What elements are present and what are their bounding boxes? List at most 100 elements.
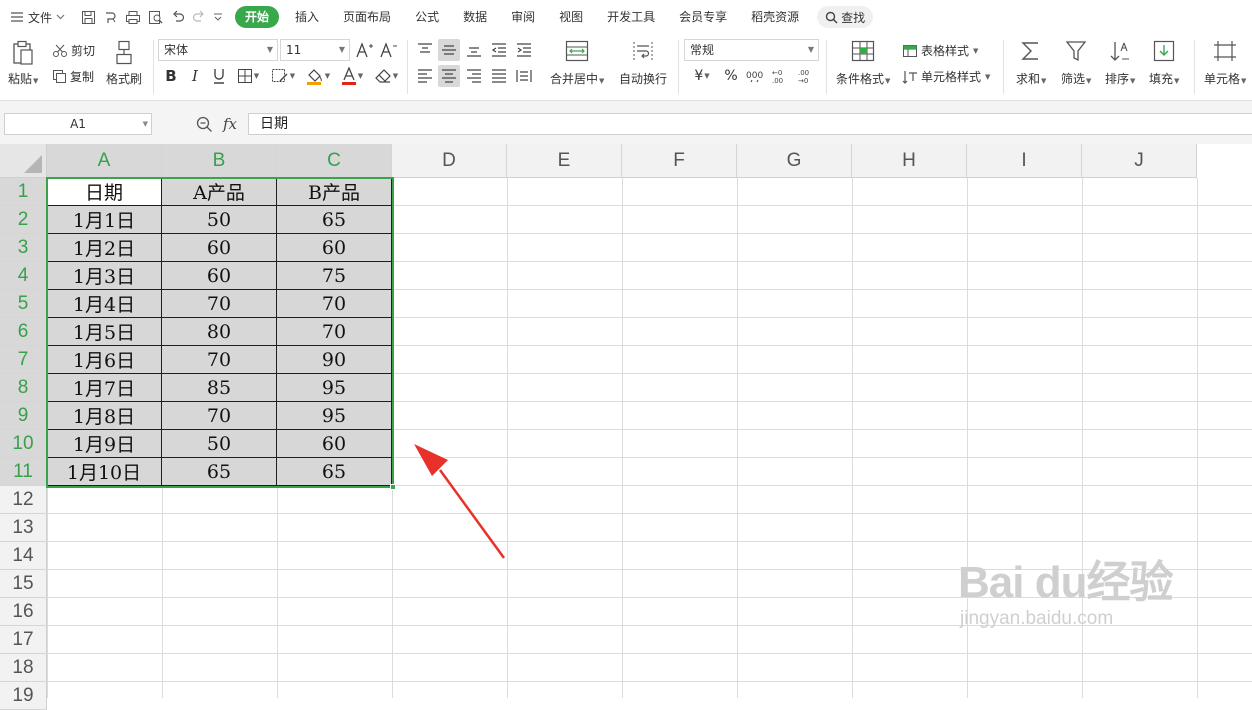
cell-a8[interactable]: 1月7日 [47, 374, 162, 402]
cell-b8[interactable]: 85 [162, 374, 277, 402]
cell-style-button[interactable]: 单元格样式 ▼ [902, 68, 990, 85]
cell-c7[interactable]: 90 [277, 346, 392, 374]
align-left-button[interactable] [414, 65, 436, 87]
cell-a3[interactable]: 1月2日 [47, 234, 162, 262]
increase-decimal-button[interactable]: ←0.00 [770, 65, 792, 87]
tab-docer[interactable]: 稻壳资源 [739, 6, 811, 28]
row-header-9[interactable]: 9 [0, 402, 47, 430]
tab-developer[interactable]: 开发工具 [595, 6, 667, 28]
cell-b7[interactable]: 70 [162, 346, 277, 374]
row-header-2[interactable]: 2 [0, 206, 47, 234]
cell-c11[interactable]: 65 [277, 458, 392, 486]
row-header-13[interactable]: 13 [0, 514, 47, 542]
tab-page-layout[interactable]: 页面布局 [331, 6, 403, 28]
cell-button[interactable]: 单元格▼ [1204, 40, 1246, 87]
cell-c10[interactable]: 60 [277, 430, 392, 458]
increase-indent-button[interactable] [513, 39, 535, 61]
thousands-button[interactable]: 000 [744, 65, 766, 87]
row-header-12[interactable]: 12 [0, 486, 47, 514]
row-header-16[interactable]: 16 [0, 598, 47, 626]
tab-home[interactable]: 开始 [235, 6, 280, 28]
customize-toolbar-icon[interactable] [213, 12, 223, 22]
column-header-g[interactable]: G [737, 144, 852, 178]
column-header-e[interactable]: E [507, 144, 622, 178]
font-size-select[interactable]: 11 ▼ [280, 39, 350, 61]
cell-a11[interactable]: 1月10日 [47, 458, 162, 486]
align-center-button[interactable] [438, 65, 460, 87]
decrease-font-button[interactable] [378, 39, 400, 61]
row-header-15[interactable]: 15 [0, 570, 47, 598]
row-header-11[interactable]: 11 [0, 458, 47, 486]
percent-button[interactable]: % [720, 65, 742, 87]
copy-button[interactable]: 复制 [52, 68, 94, 85]
fill-button[interactable]: 填充▼ [1149, 40, 1179, 87]
align-bottom-button[interactable] [463, 39, 485, 61]
row-header-5[interactable]: 5 [0, 290, 47, 318]
align-top-button[interactable] [414, 39, 436, 61]
cell-a10[interactable]: 1月9日 [47, 430, 162, 458]
tab-formulas[interactable]: 公式 [403, 6, 451, 28]
file-menu[interactable]: 文件 [0, 9, 73, 26]
tab-insert[interactable]: 插入 [283, 6, 331, 28]
cell-a5[interactable]: 1月4日 [47, 290, 162, 318]
column-header-h[interactable]: H [852, 144, 967, 178]
column-header-b[interactable]: B [162, 144, 277, 178]
merge-center-button[interactable]: 合并居中▼ [550, 40, 604, 87]
row-header-18[interactable]: 18 [0, 654, 47, 682]
align-right-button[interactable] [463, 65, 485, 87]
print-icon[interactable] [125, 10, 141, 25]
cell-a7[interactable]: 1月6日 [47, 346, 162, 374]
cell-b1[interactable]: A产品 [162, 178, 277, 206]
name-box[interactable]: A1 ▼ [4, 113, 152, 135]
sum-button[interactable]: 求和▼ [1016, 40, 1046, 87]
save-icon[interactable] [81, 10, 96, 25]
paste-button[interactable]: 粘贴▼ [8, 40, 38, 87]
cell-a2[interactable]: 1月1日 [47, 206, 162, 234]
align-middle-button[interactable] [438, 39, 460, 61]
cell-b6[interactable]: 80 [162, 318, 277, 346]
column-header-d[interactable]: D [392, 144, 507, 178]
row-header-4[interactable]: 4 [0, 262, 47, 290]
decrease-indent-button[interactable] [488, 39, 510, 61]
cell-c1[interactable]: B产品 [277, 178, 392, 206]
search-button[interactable]: 查找 [817, 6, 874, 28]
increase-font-button[interactable] [354, 39, 376, 61]
bold-button[interactable]: B [160, 65, 182, 87]
row-header-14[interactable]: 14 [0, 542, 47, 570]
filter-button[interactable]: 筛选▼ [1061, 40, 1091, 87]
cell-c2[interactable]: 65 [277, 206, 392, 234]
row-header-1[interactable]: 1 [0, 178, 47, 206]
cut-button[interactable]: 剪切 [52, 42, 95, 59]
row-header-19[interactable]: 19 [0, 682, 47, 710]
fill-color-button[interactable]: ▼ [303, 65, 333, 87]
sort-button[interactable]: 排序▼ [1105, 40, 1135, 87]
cell-c9[interactable]: 95 [277, 402, 392, 430]
italic-button[interactable]: I [184, 65, 206, 87]
cell-c3[interactable]: 60 [277, 234, 392, 262]
number-format-select[interactable]: 常规 ▼ [684, 39, 819, 61]
fill-handle[interactable] [390, 484, 396, 490]
cell-a4[interactable]: 1月3日 [47, 262, 162, 290]
wrap-text-button[interactable]: 自动换行 [619, 40, 667, 87]
cell-a6[interactable]: 1月5日 [47, 318, 162, 346]
cell-c5[interactable]: 70 [277, 290, 392, 318]
cell-c6[interactable]: 70 [277, 318, 392, 346]
cell-b10[interactable]: 50 [162, 430, 277, 458]
zoom-icon[interactable] [196, 116, 213, 133]
tab-review[interactable]: 审阅 [499, 6, 547, 28]
row-header-8[interactable]: 8 [0, 374, 47, 402]
select-all-button[interactable] [0, 144, 47, 178]
cell-b2[interactable]: 50 [162, 206, 277, 234]
font-name-select[interactable]: 宋体 ▼ [158, 39, 278, 61]
column-header-a[interactable]: A [47, 144, 162, 178]
column-header-i[interactable]: I [967, 144, 1082, 178]
cell-b9[interactable]: 70 [162, 402, 277, 430]
cell-c4[interactable]: 75 [277, 262, 392, 290]
insert-function-icon[interactable]: fx [223, 115, 237, 133]
currency-button[interactable]: ¥ ▼ [688, 65, 716, 87]
cell-b11[interactable]: 65 [162, 458, 277, 486]
column-header-f[interactable]: F [622, 144, 737, 178]
row-header-3[interactable]: 3 [0, 234, 47, 262]
cell-a1[interactable]: 日期 [47, 178, 162, 206]
print-preview-icon[interactable] [148, 10, 164, 25]
